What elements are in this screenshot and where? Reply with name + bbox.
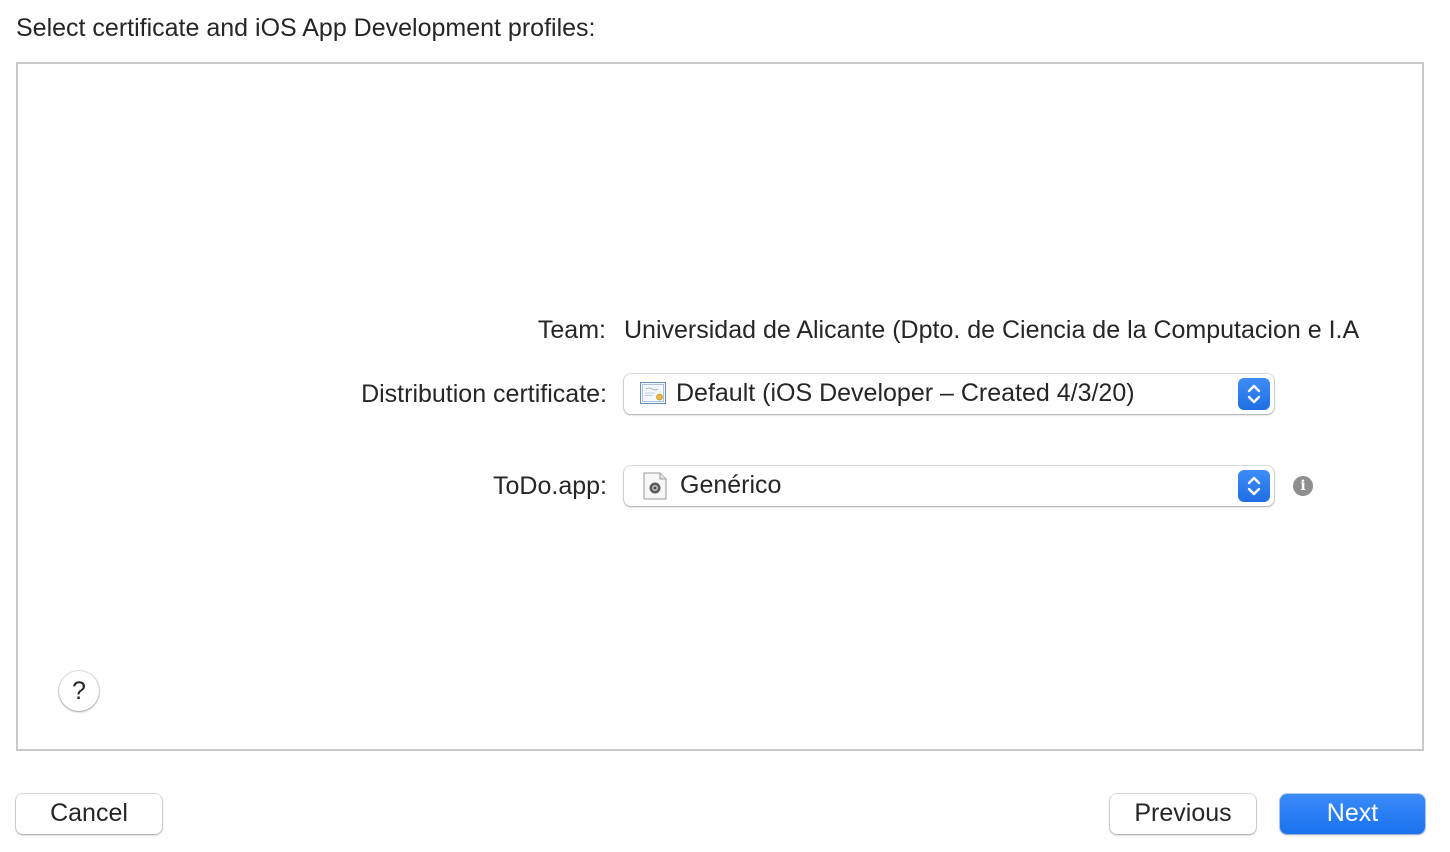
next-button[interactable]: Next <box>1280 794 1425 834</box>
help-button[interactable]: ? <box>59 671 99 711</box>
profile-document-icon <box>643 472 667 500</box>
dialog-heading: Select certificate and iOS App Developme… <box>16 14 596 42</box>
distribution-certificate-popup[interactable]: Default (iOS Developer – Created 4/3/20) <box>624 374 1274 414</box>
chevron-updown-icon <box>1238 470 1270 502</box>
app-profile-popup[interactable]: Genérico <box>624 466 1274 506</box>
app-profile-label: ToDo.app: <box>493 472 607 500</box>
team-value: Universidad de Alicante (Dpto. de Cienci… <box>624 316 1360 344</box>
info-icon[interactable]: i <box>1293 476 1313 496</box>
app-profile-selected: Genérico <box>680 471 782 499</box>
previous-button[interactable]: Previous <box>1110 794 1256 834</box>
distribution-certificate-selected: Default (iOS Developer – Created 4/3/20) <box>676 379 1135 407</box>
certificate-icon <box>640 382 666 404</box>
chevron-updown-icon <box>1238 378 1270 410</box>
team-label: Team: <box>537 316 606 344</box>
distribution-certificate-label: Distribution certificate: <box>361 380 607 408</box>
cancel-button[interactable]: Cancel <box>16 794 162 834</box>
